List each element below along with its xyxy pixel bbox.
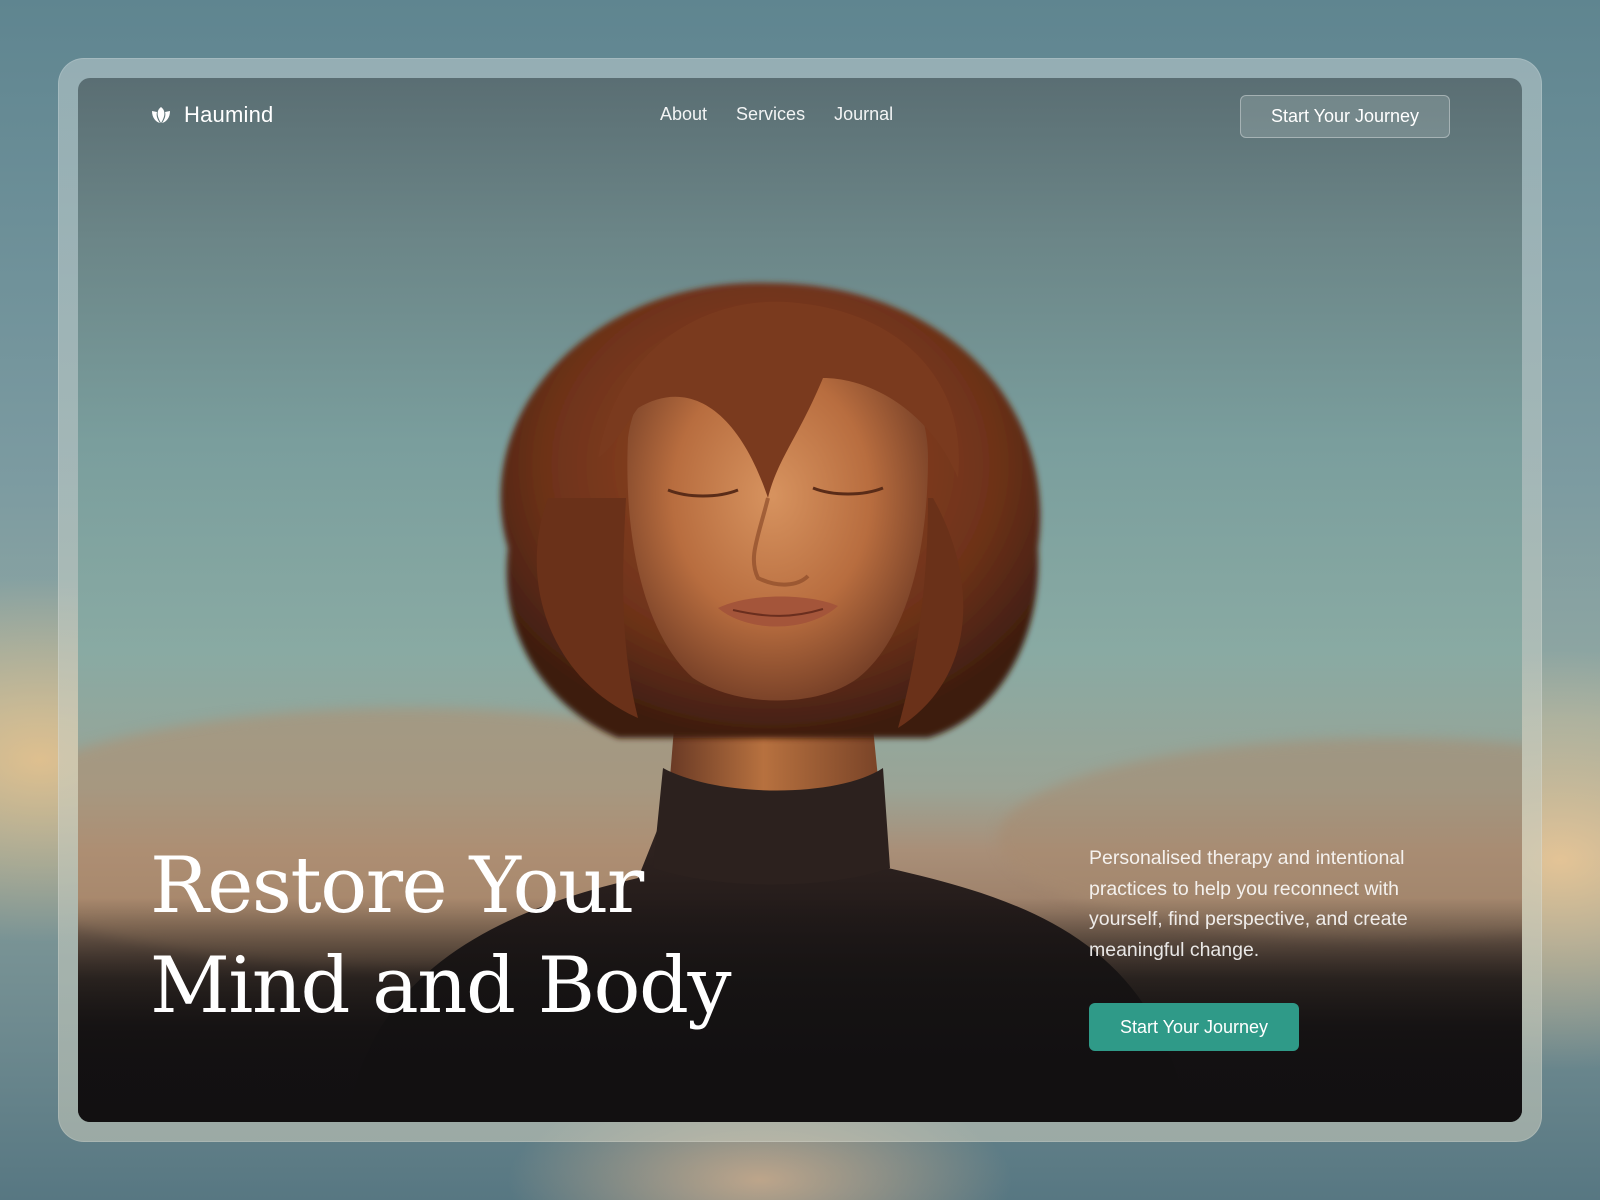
hero-headline: Restore Your Mind and Body [150,836,850,1036]
lotus-leaf-icon [152,107,170,123]
brand-name: Haumind [184,102,274,127]
headline-line-2: Mind and Body [150,941,732,1031]
top-navigation: Haumind About Services Journal Start You… [78,78,1522,154]
hero-description: Personalised therapy and intentional pra… [1089,847,1408,961]
nav-start-journey-button[interactable]: Start Your Journey [1240,95,1450,138]
nav-links: About Services Journal [660,104,893,125]
brand-logo[interactable]: Haumind [150,100,273,130]
nav-link-journal[interactable]: Journal [834,104,893,125]
headline-line-1: Restore Your [150,841,644,931]
nav-link-services[interactable]: Services [736,104,805,125]
nav-link-about[interactable]: About [660,104,707,125]
hero-start-journey-button[interactable]: Start Your Journey [1089,1003,1299,1051]
hero-section: Haumind About Services Journal Start You… [78,78,1522,1122]
